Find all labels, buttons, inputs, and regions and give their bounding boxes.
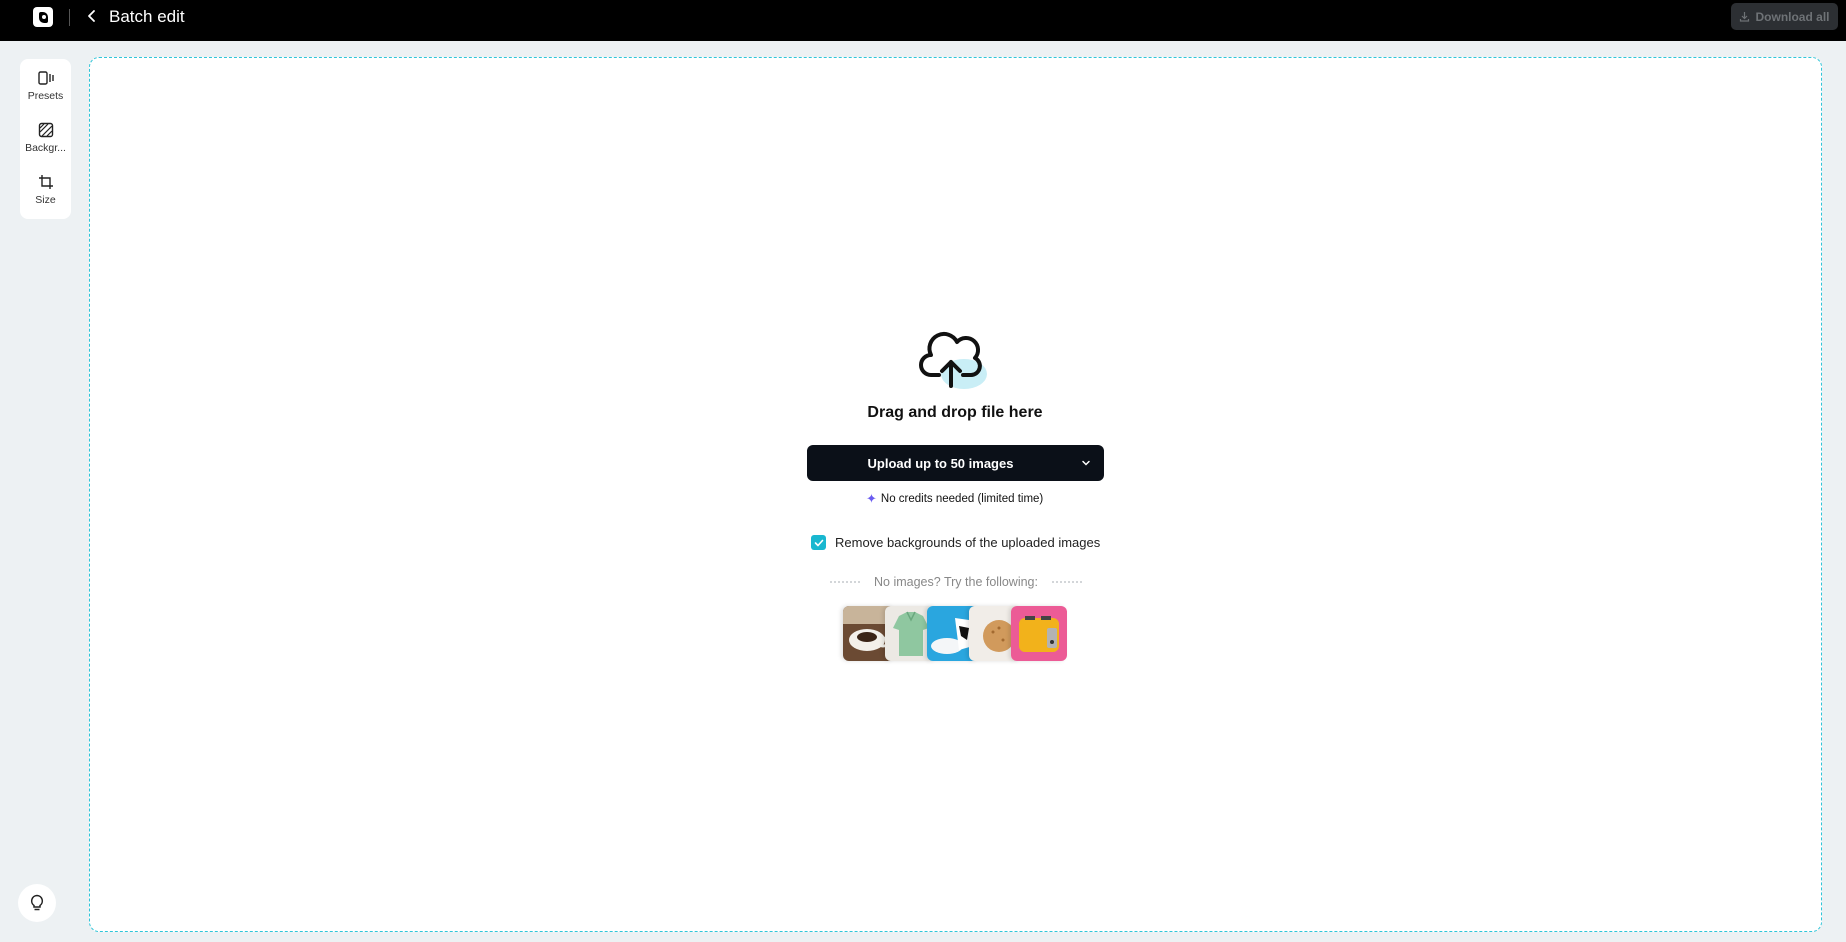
upload-button[interactable]: Upload up to 50 images: [807, 445, 1104, 481]
remove-backgrounds-label: Remove backgrounds of the uploaded image…: [835, 535, 1101, 550]
try-samples-label: No images? Try the following:: [874, 575, 1038, 589]
dotted-divider: [1051, 581, 1082, 583]
tool-label: Size: [35, 194, 56, 206]
download-all-label: Download all: [1755, 9, 1830, 24]
app-logo-icon[interactable]: [33, 7, 53, 27]
tool-presets[interactable]: Presets: [20, 69, 71, 121]
tool-size[interactable]: Size: [20, 173, 71, 225]
credits-note-text: No credits needed (limited time): [880, 493, 1044, 505]
sparkle-icon: ✦: [866, 491, 877, 506]
background-icon: [37, 121, 55, 139]
sample-image-toaster[interactable]: [1011, 606, 1067, 661]
upload-button-label: Upload up to 50 images: [867, 455, 1014, 471]
credits-note: ✦ No credits needed (limited time): [866, 491, 1043, 507]
tips-button[interactable]: [18, 884, 56, 922]
tool-label: Backgr...: [25, 142, 66, 154]
tool-label: Presets: [27, 90, 64, 102]
presets-icon: [37, 69, 55, 87]
page-title: Batch edit: [109, 7, 185, 26]
lightbulb-icon: [30, 894, 44, 911]
try-samples-row: No images? Try the following:: [826, 575, 1086, 589]
chevron-left-icon: [88, 10, 95, 22]
remove-backgrounds-option[interactable]: Remove backgrounds of the uploaded image…: [811, 535, 1100, 550]
header-divider: [69, 9, 70, 26]
upload-options-dropdown[interactable]: [1068, 445, 1104, 481]
download-all-button[interactable]: Download all: [1731, 3, 1838, 30]
tool-panel: Presets Backgr... Size: [20, 59, 71, 219]
crop-icon: [37, 173, 55, 191]
chevron-down-icon: [1082, 460, 1090, 466]
tool-background[interactable]: Backgr...: [20, 121, 71, 173]
dotted-divider: [830, 581, 861, 583]
download-icon: [1740, 12, 1750, 22]
back-button[interactable]: [82, 5, 102, 27]
sample-images: [843, 606, 1067, 661]
remove-backgrounds-checkbox[interactable]: [811, 535, 826, 550]
cloud-upload-icon: [919, 331, 987, 389]
checkmark-icon: [814, 539, 823, 546]
drop-heading: Drag and drop file here: [867, 404, 1043, 421]
top-bar: Batch edit Download all: [0, 0, 1846, 41]
